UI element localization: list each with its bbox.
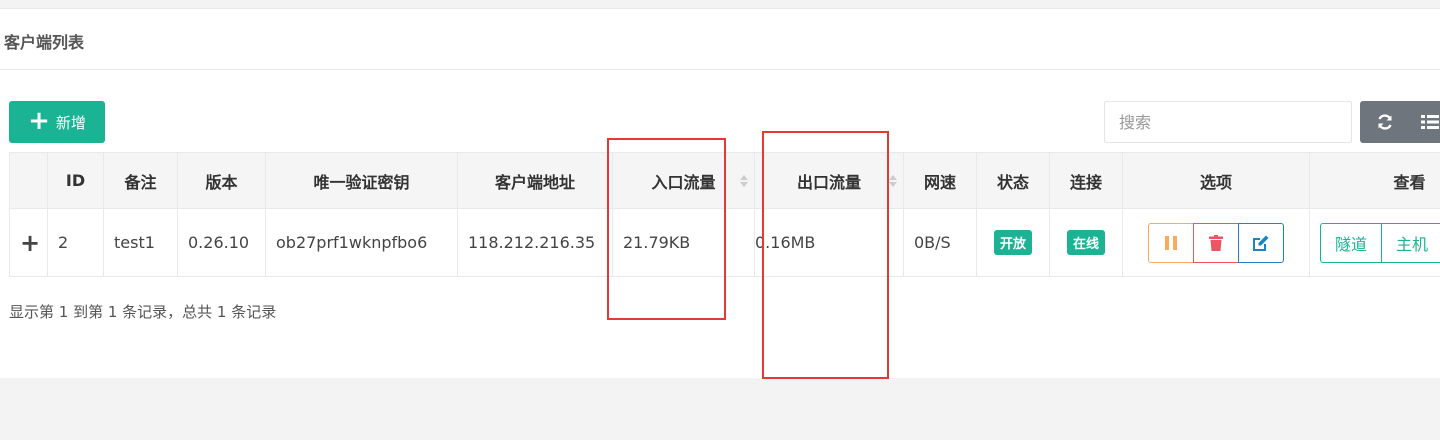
cell-remark: test1 — [103, 208, 178, 277]
refresh-icon — [1378, 114, 1392, 130]
col-header-connect[interactable]: 连接 — [1049, 152, 1123, 209]
col-header-remark[interactable]: 备注 — [103, 152, 178, 209]
expand-row-icon[interactable]: + — [9, 208, 48, 277]
add-button-label: 新增 — [55, 113, 86, 132]
columns-toggle-button[interactable] — [1410, 101, 1440, 143]
table-row: + 2 test1 0.26.10 ob27prf1wknpfbo6 118.2… — [9, 208, 1440, 277]
cell-status: 开放 — [976, 208, 1050, 277]
pause-button[interactable] — [1147, 222, 1194, 263]
table-header-row: ID 备注 版本 唯一验证密钥 客户端地址 入口流量 出口流量 网速 状态 连接… — [9, 152, 1440, 209]
col-header-speed[interactable]: 网速 — [903, 152, 977, 209]
sort-icon — [740, 174, 748, 187]
cell-in-flow: 21.79KB — [612, 208, 755, 277]
status-badge: 开放 — [993, 230, 1032, 255]
col-header-status[interactable]: 状态 — [976, 152, 1050, 209]
cell-out-flow: 0.16MB — [754, 208, 904, 277]
col-header-in-flow[interactable]: 入口流量 — [612, 152, 755, 209]
col-header-version[interactable]: 版本 — [177, 152, 266, 209]
cell-address: 118.212.216.35 — [457, 208, 613, 277]
page-title: 客户端列表 — [4, 33, 85, 52]
plus-icon: + — [28, 106, 50, 136]
title-divider — [0, 69, 1440, 70]
connection-badge: 在线 — [1066, 230, 1105, 255]
trash-icon — [1208, 234, 1223, 251]
tunnel-button[interactable]: 隧道 — [1320, 222, 1383, 263]
host-button[interactable]: 主机 — [1381, 222, 1440, 263]
refresh-button[interactable] — [1360, 101, 1410, 143]
edit-button[interactable] — [1237, 222, 1284, 263]
pagination-info: 显示第 1 到第 1 条记录，总共 1 条记录 — [9, 303, 277, 321]
col-header-out-flow[interactable]: 出口流量 — [754, 152, 904, 209]
col-header-address[interactable]: 客户端地址 — [457, 152, 613, 209]
client-table: ID 备注 版本 唯一验证密钥 客户端地址 入口流量 出口流量 网速 状态 连接… — [9, 152, 1440, 277]
list-icon — [1421, 115, 1439, 129]
pause-icon — [1164, 235, 1177, 250]
col-header-options: 选项 — [1122, 152, 1310, 209]
delete-button[interactable] — [1192, 222, 1239, 263]
cell-key: ob27prf1wknpfbo6 — [265, 208, 458, 277]
cell-speed: 0B/S — [903, 208, 977, 277]
edit-icon — [1252, 235, 1268, 251]
col-header-out-flow-label: 出口流量 — [796, 172, 861, 192]
col-header-view: 查看 — [1309, 152, 1440, 209]
search-input[interactable] — [1104, 101, 1352, 143]
expand-header — [9, 152, 48, 209]
col-header-in-flow-label: 入口流量 — [651, 172, 716, 192]
cell-connect: 在线 — [1049, 208, 1123, 277]
col-header-key[interactable]: 唯一验证密钥 — [265, 152, 458, 209]
cell-id: 2 — [47, 208, 104, 277]
cell-version: 0.26.10 — [177, 208, 266, 277]
cell-view: 隧道 主机 — [1309, 208, 1440, 277]
cell-options — [1122, 208, 1310, 277]
sort-icon — [889, 174, 897, 187]
add-client-button[interactable]: + 新增 — [9, 101, 105, 143]
col-header-id[interactable]: ID — [47, 152, 104, 209]
